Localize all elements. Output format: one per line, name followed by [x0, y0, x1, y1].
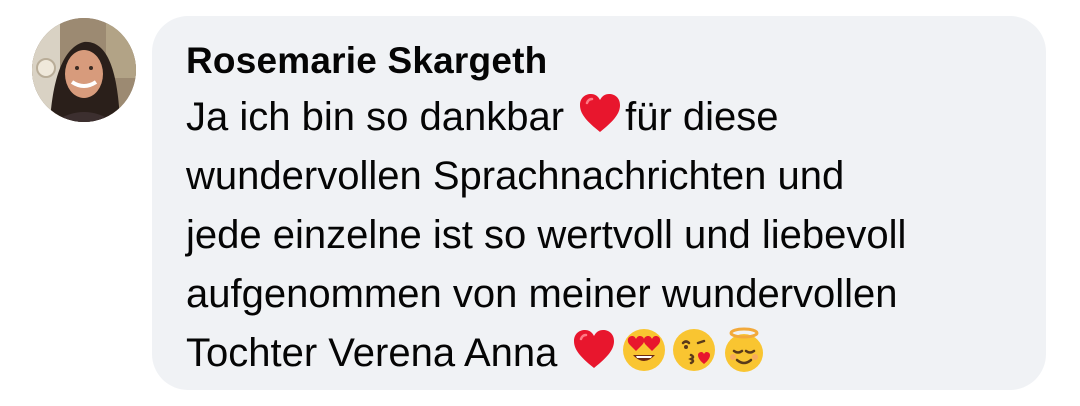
comment-text: Ja ich bin so dankbar für diese wundervo… — [186, 88, 1014, 383]
red-heart-icon — [577, 91, 623, 137]
comment: Rosemarie Skargeth Ja ich bin so dankbar… — [0, 0, 1080, 406]
red-heart-icon — [571, 327, 617, 373]
comment-bubble: Rosemarie Skargeth Ja ich bin so dankbar… — [152, 16, 1046, 390]
face-blowing-kiss-icon — [671, 327, 717, 373]
author-name[interactable]: Rosemarie Skargeth — [186, 38, 1014, 84]
smiling-face-with-halo-icon — [721, 327, 767, 373]
author-avatar[interactable] — [32, 18, 136, 122]
comment-text-part1: Ja ich bin so dankbar — [186, 95, 576, 139]
heart-eyes-face-icon — [621, 327, 667, 373]
